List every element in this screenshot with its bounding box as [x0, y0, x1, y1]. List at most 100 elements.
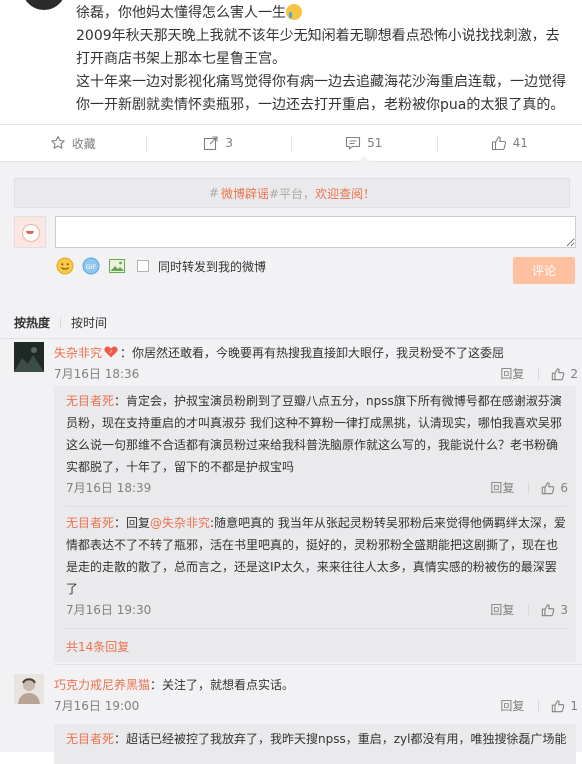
sort-by-hot[interactable]: 按热度 [14, 314, 50, 331]
share-icon [203, 135, 219, 151]
reply-username[interactable]: 无目者死 [66, 394, 114, 408]
comment-body: 巧克力戒尼养黑猫：关注了，就想看点实话。 7月16日 19:00 回复 1 [54, 674, 578, 716]
reply-text: 无目者死：回复@失杂非究:随意吧真的 我当年从张起灵粉转吴邪粉后来觉得他俩羁绊太… [66, 512, 568, 600]
notice-middle-text: #平台， [269, 185, 315, 202]
reply-mention-link[interactable]: @失杂非究 [150, 516, 210, 530]
forward-checkbox[interactable] [137, 260, 149, 272]
notice-welcome-text: 欢迎查阅！ [315, 185, 375, 202]
composer-tools: GIF 同时转发到我的微博 [55, 256, 266, 276]
reply-divider [66, 628, 566, 629]
star-icon [50, 135, 66, 151]
more-replies-link[interactable]: 共14条回复 [66, 638, 129, 655]
my-avatar [14, 216, 46, 248]
reply-like-count: 3 [560, 599, 568, 621]
comment-like-button[interactable]: 1 [551, 695, 578, 717]
meta-separator [528, 604, 529, 616]
post-paragraph-3: 这十年来一边对影视化痛骂觉得你有病一边去追藏海花沙海重启连载，一边觉得你一开新剧… [76, 71, 572, 117]
post-paragraph-2: 2009年秋天那天晚上我就不该年少无知闲着无聊想看点恐怖小说找找刺激，去打开商店… [76, 25, 572, 71]
like-button[interactable]: 41 [437, 125, 582, 161]
reply-time: 7月16日 18:39 [66, 477, 490, 499]
author-avatar[interactable] [22, 0, 66, 10]
comment-time: 7月16日 18:36 [54, 363, 500, 385]
thumbs-up-icon [541, 481, 555, 495]
reply-thread: 无目者死：超话已经被控了我放弃了，我昨天搜npss，重启，zyl都没有用，唯独搜… [54, 724, 576, 764]
comment-avatar[interactable] [14, 342, 44, 372]
reply-button[interactable]: 回复 [490, 477, 514, 499]
crying-face-icon [286, 4, 302, 20]
comment-like-count: 2 [570, 363, 578, 385]
comment-like-button[interactable]: 2 [551, 363, 578, 385]
reply-divider [66, 506, 566, 507]
meta-separator [528, 482, 529, 494]
sort-divider [0, 338, 582, 339]
share-button[interactable]: 3 [146, 125, 292, 161]
comment-count: 51 [367, 136, 382, 150]
image-icon[interactable] [107, 256, 127, 276]
meta-separator [538, 368, 539, 380]
reply-button[interactable]: 回复 [500, 695, 524, 717]
reply-content: ：超话已经被控了我放弃了，我昨天搜npss，重启，zyl都没有用，唯独搜徐磊广场… [114, 732, 566, 746]
favorite-button[interactable]: 收藏 [0, 125, 146, 161]
reply-username[interactable]: 无目者死 [66, 516, 114, 530]
comment-divider [54, 664, 582, 665]
post-line-1-text: 徐磊，你他妈太懂得怎么害人一生 [76, 5, 286, 21]
comment-time: 7月16日 19:00 [54, 695, 500, 717]
reply-thread: 无目者死：肯定会，护叔宝演员粉刷到了豆瓣八点五分，npss旗下所有微博号都在感谢… [54, 386, 576, 662]
reply-meta: 7月16日 18:39 回复 6 [66, 478, 568, 498]
favorite-label: 收藏 [72, 135, 96, 152]
reply-like-button[interactable]: 3 [541, 599, 568, 621]
rumor-notice: # 微博辟谣 #平台， 欢迎查阅！ [14, 178, 570, 208]
comment-area: # 微博辟谣 #平台， 欢迎查阅！ GIF 同时转发到我的微博 评论 按热度 按… [0, 162, 582, 752]
comment-icon [345, 135, 361, 151]
like-count: 41 [513, 136, 528, 150]
comment-username[interactable]: 失杂非究 [54, 346, 102, 360]
comment-body: 失杂非究 ✓ ：你居然还敢看，今晚要再有热搜我直接卸大眼仔，我灵粉受不了这委屈 7月… [54, 342, 578, 384]
comment-avatar[interactable] [14, 674, 44, 704]
reply-like-button[interactable]: 6 [541, 477, 568, 499]
post-body: 徐磊，你他妈太懂得怎么害人一生 2009年秋天那天晚上我就不该年少无知闲着无聊想… [76, 2, 572, 117]
comment-username[interactable]: 巧克力戒尼养黑猫 [54, 678, 150, 692]
comment-content: ：你居然还敢看，今晚要再有热搜我直接卸大眼仔，我灵粉受不了这委屈 [120, 346, 504, 360]
gif-icon[interactable]: GIF [81, 256, 101, 276]
reply-prefix: ：回复 [114, 516, 150, 530]
svg-text:GIF: GIF [86, 263, 97, 271]
share-count: 3 [225, 136, 233, 150]
comment-meta: 7月16日 18:36 回复 2 [54, 364, 578, 384]
comment-input[interactable] [55, 216, 576, 248]
smiley-icon[interactable] [55, 256, 75, 276]
submit-comment-button[interactable]: 评论 [513, 257, 575, 284]
post-action-bar: 收藏 3 51 41 [0, 124, 582, 162]
sort-by-time[interactable]: 按时间 [71, 314, 107, 331]
thumbs-up-icon [541, 603, 555, 617]
comment-like-count: 1 [570, 695, 578, 717]
comment-text: 巧克力戒尼养黑猫：关注了，就想看点实话。 [54, 674, 578, 696]
post-line-1: 徐磊，你他妈太懂得怎么害人一生 [76, 2, 572, 25]
sort-separator [60, 317, 61, 329]
reply-item: 无目者死：肯定会，护叔宝演员粉刷到了豆瓣八点五分，npss旗下所有微博号都在感谢… [66, 390, 568, 498]
reply-content: ：肯定会，护叔宝演员粉刷到了豆瓣八点五分，npss旗下所有微博号都在感谢淑芬演员… [66, 394, 562, 474]
reply-text: 无目者死：肯定会，护叔宝演员粉刷到了豆瓣八点五分，npss旗下所有微博号都在感谢… [66, 390, 568, 478]
hashtag-icon: # [209, 186, 219, 200]
reply-text: 无目者死：超话已经被控了我放弃了，我昨天搜npss，重启，zyl都没有用，唯独搜… [66, 728, 568, 750]
reply-item: 无目者死：回复@失杂非究:随意吧真的 我当年从张起灵粉转吴邪粉后来觉得他俩羁绊太… [66, 512, 568, 620]
thumbs-up-icon [551, 367, 565, 381]
forward-label: 同时转发到我的微博 [158, 258, 266, 275]
reply-button[interactable]: 回复 [500, 363, 524, 385]
comment-text: 失杂非究 ✓ ：你居然还敢看，今晚要再有热搜我直接卸大眼仔，我灵粉受不了这委屈 [54, 342, 578, 364]
reply-item: 无目者死：超话已经被控了我放弃了，我昨天搜npss，重启，zyl都没有用，唯独搜… [66, 728, 568, 750]
sort-bar: 按热度 按时间 [14, 314, 107, 331]
thumbs-up-icon [491, 135, 507, 151]
reply-username[interactable]: 无目者死 [66, 732, 114, 746]
thumbs-up-icon [551, 699, 565, 713]
reply-meta: 7月16日 19:30 回复 3 [66, 600, 568, 620]
reply-button[interactable]: 回复 [490, 599, 514, 621]
comment-button[interactable]: 51 [291, 125, 437, 161]
reply-like-count: 6 [560, 477, 568, 499]
vip-badge-icon: ✓ [104, 346, 118, 358]
rumor-topic-link[interactable]: 微博辟谣 [221, 185, 269, 202]
comment-content: ：关注了，就想看点实话。 [150, 678, 294, 692]
meta-separator [538, 700, 539, 712]
comment-meta: 7月16日 19:00 回复 1 [54, 696, 578, 716]
svg-text:✓: ✓ [109, 350, 114, 356]
reply-time: 7月16日 19:30 [66, 599, 490, 621]
